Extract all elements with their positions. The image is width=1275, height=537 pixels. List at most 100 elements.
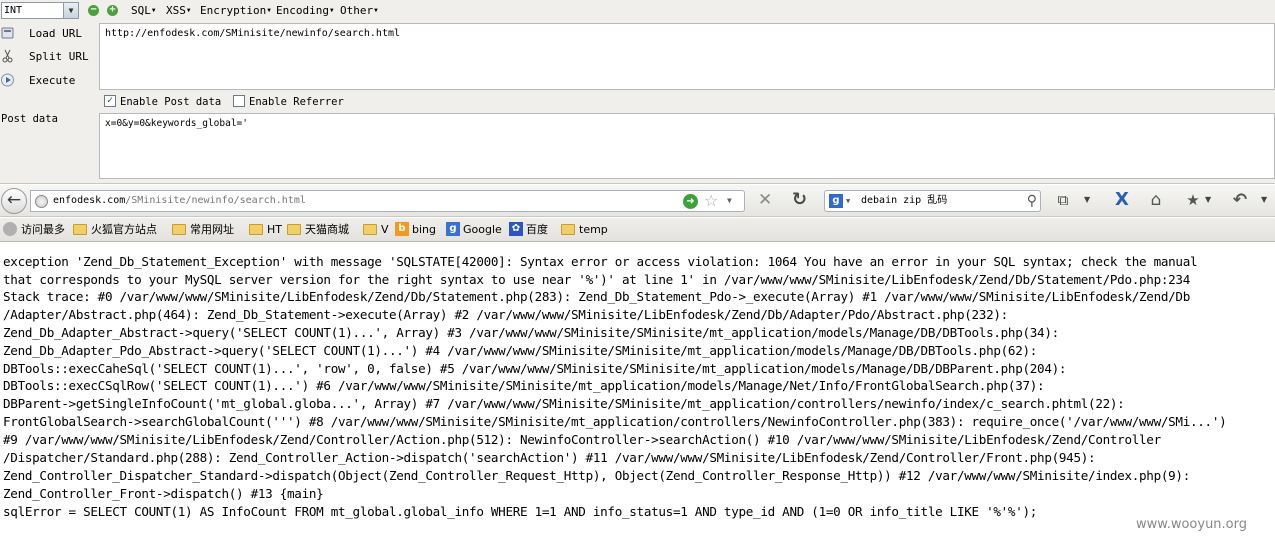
bookmark-v[interactable]: V [363,222,389,238]
hackbar-panel: INT ▼ − + SQL▼ XSS▼ Encryption▼ Encoding… [0,0,1275,184]
search-icon[interactable]: ⚲ [1027,192,1037,210]
search-input[interactable]: debain zip 乱码 [861,194,947,208]
error-line: DBParent->getSingleInfoCount('mt_global.… [3,396,1125,411]
chevron-down-icon[interactable]: ▼ [1261,189,1267,211]
error-line: /Adapter/Abstract.php(464): Zend_Db_Stat… [3,307,1008,322]
chevron-down-icon[interactable]: ▼ [727,194,732,208]
split-url-label: Split URL [29,50,89,63]
watermark: www.wooyun.org [1136,517,1248,532]
bookmarks-toolbar: 访问最多 火狐官方站点 常用网址 HT 天猫商城 V b bing g Google… [0,218,1275,242]
bookmark-label: HT [267,223,282,236]
play-icon [1,73,14,87]
address-bar[interactable]: enfodesk.com/SMinisite/newinfo/search.ht… [30,190,745,212]
go-icon[interactable]: ➜ [683,194,698,209]
bookmark-most-visited[interactable]: 访问最多 [3,222,65,238]
bookmark-label: 访问最多 [21,223,65,236]
error-line: exception 'Zend_Db_Statement_Exception' … [3,254,1198,269]
bookmarks-icon[interactable]: ★ [1182,189,1204,211]
execute-label: Execute [29,74,76,87]
checkbox-unchecked-icon [233,95,245,107]
bookmark-firefox-official[interactable]: 火狐官方站点 [73,222,157,238]
chevron-down-icon[interactable]: ▼ [1205,189,1211,211]
stop-icon[interactable]: ✕ [758,189,772,211]
load-url-button[interactable]: Load URL [0,25,98,45]
search-bar[interactable]: g ▼ debain zip 乱码 ⚲ [824,190,1041,212]
menu-encryption[interactable]: Encryption▼ [200,4,271,18]
menu-sql[interactable]: SQL▼ [131,4,156,18]
enable-post-checkbox[interactable]: ✓ Enable Post data [104,95,221,109]
bookmark-label: 常用网址 [190,223,234,236]
bookmark-google[interactable]: g Google [446,222,502,238]
menu-xss-label: XSS [166,4,186,17]
folder-icon [561,223,575,235]
increase-icon[interactable]: + [107,5,118,16]
error-line: #9 /var/www/www/SMinisite/LibEnfodesk/Ze… [3,432,1161,447]
folder-icon [249,223,263,235]
error-line: DBTools::execCSqlRow('SELECT COUNT(1)...… [3,378,1045,393]
menu-encryption-label: Encryption [200,4,267,17]
menu-other-label: Other [340,4,374,17]
enable-referrer-label: Enable Referrer [249,96,344,108]
chevron-down-icon[interactable]: ▼ [846,194,850,208]
google-icon[interactable]: g [829,194,843,208]
reload-icon[interactable]: ↻ [792,189,807,211]
star-icon[interactable]: ☆ [704,191,718,211]
bookmark-label: Google [463,223,502,236]
load-url-label: Load URL [29,27,82,40]
execute-button[interactable]: Execute [0,72,98,92]
post-data-label: Post data [1,113,58,125]
address-path: /SMinisite/newinfo/search.html [125,195,306,206]
home-icon[interactable]: ⌂ [1145,189,1167,211]
folder-icon [172,223,186,235]
error-line: /Dispatcher/Standard.php(288): Zend_Cont… [3,450,1096,465]
undo-icon[interactable]: ↶ [1230,189,1250,211]
bookmark-ht[interactable]: HT [249,222,282,238]
menu-xss[interactable]: XSS▼ [166,4,191,18]
bookmark-baidu[interactable]: ✿ 百度 [509,222,548,238]
sql-error-line: sqlError = SELECT COUNT(1) AS InfoCount … [3,504,1038,519]
enable-referrer-checkbox[interactable]: Enable Referrer [233,95,344,109]
error-line: that corresponds to your MySQL server ve… [3,272,1190,287]
scissors-icon [2,49,13,63]
back-button[interactable]: ← [1,188,27,214]
chevron-down-icon[interactable]: ▼ [1084,189,1090,211]
menu-encoding-label: Encoding [276,4,329,17]
address-text[interactable]: enfodesk.com/SMinisite/newinfo/search.ht… [53,194,306,208]
error-line: Zend_Db_Adapter_Abstract->query('SELECT … [3,325,1059,340]
bookmark-temp[interactable]: temp [561,222,608,238]
type-select[interactable]: INT ▼ [1,2,79,19]
menu-other[interactable]: Other▼ [340,4,378,18]
decrease-icon[interactable]: − [88,5,99,16]
navigation-toolbar: ← enfodesk.com/SMinisite/newinfo/search.… [0,185,1275,217]
chevron-down-icon: ▼ [63,3,78,18]
error-line: DBTools::execCaheSql('SELECT COUNT(1)...… [3,361,1067,376]
x-addon-icon[interactable]: X [1113,189,1131,211]
enable-post-label: Enable Post data [120,96,222,108]
page-content: exception 'Zend_Db_Statement_Exception' … [0,243,1275,537]
hackbar-menu: INT ▼ − + SQL▼ XSS▼ Encryption▼ Encoding… [0,0,1275,22]
bookmark-label: 火狐官方站点 [91,223,157,236]
screenshot-icon[interactable]: ⧉ [1052,189,1074,211]
site-identity-icon[interactable] [35,195,48,208]
url-textarea[interactable]: http://enfodesk.com/SMinisite/newinfo/se… [99,23,1275,90]
error-line: Stack trace: #0 /var/www/www/SMinisite/L… [3,289,1190,304]
folder-icon [287,223,301,235]
bookmark-label: temp [579,223,608,236]
gear-icon [3,222,17,236]
type-select-value: INT [4,5,23,16]
back-arrow-icon: ← [6,190,22,210]
menu-encoding[interactable]: Encoding▼ [276,4,334,18]
error-line: Zend_Controller_Front->dispatch() #13 {m… [3,486,324,501]
bookmark-tmall[interactable]: 天猫商城 [287,222,349,238]
bookmark-label: bing [412,223,436,236]
google-icon: g [446,222,460,236]
bookmark-bing[interactable]: b bing [395,222,436,238]
bookmark-label: 百度 [526,223,548,236]
baidu-paw-icon: ✿ [509,222,523,236]
post-data-textarea[interactable]: x=0&y=0&keywords_global=' [99,113,1275,179]
checkbox-checked-icon: ✓ [104,95,116,107]
split-url-button[interactable]: Split URL [0,48,98,68]
bookmark-common-sites[interactable]: 常用网址 [172,222,234,238]
error-line: Zend_Db_Adapter_Pdo_Abstract->query('SEL… [3,343,1038,358]
bookmark-label: V [381,223,389,236]
